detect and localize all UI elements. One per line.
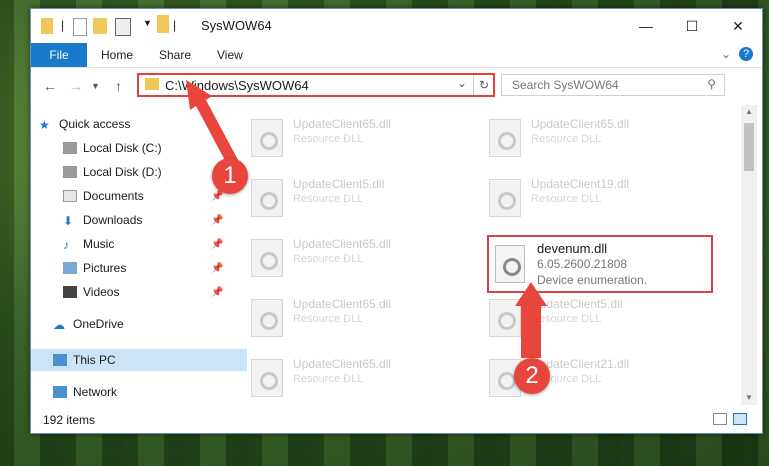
arrow-1 xyxy=(186,80,238,166)
callout-1: 1 xyxy=(212,158,248,194)
callout-2: 2 xyxy=(514,358,550,394)
annotation-arrows xyxy=(186,80,547,358)
arrow-2 xyxy=(515,282,547,358)
